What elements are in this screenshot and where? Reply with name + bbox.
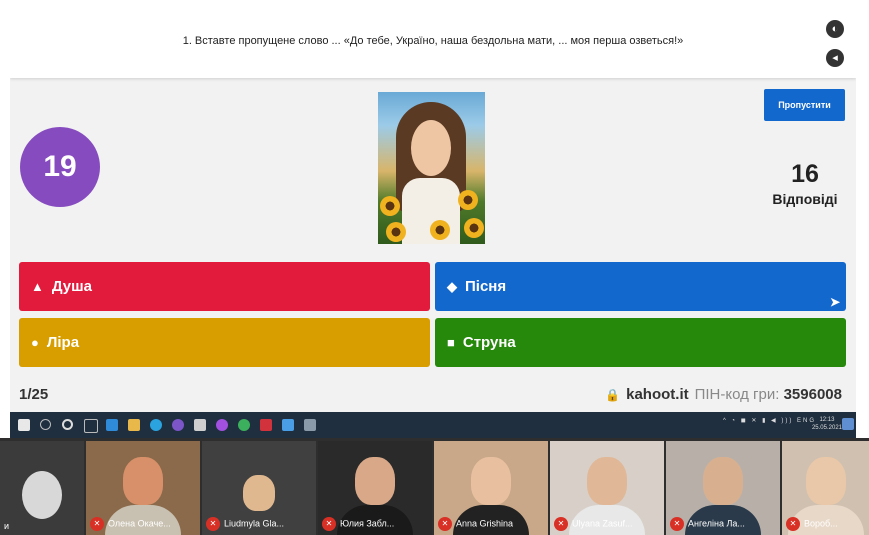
clock-time: 12:13 bbox=[819, 417, 835, 423]
notifications-icon[interactable] bbox=[842, 418, 854, 430]
mic-muted-icon: ✕ bbox=[322, 517, 336, 531]
telegram-icon[interactable] bbox=[150, 419, 162, 431]
mic-muted-icon: ✕ bbox=[206, 517, 220, 531]
participant-name: Вороб... bbox=[804, 518, 838, 529]
task-view-icon[interactable] bbox=[84, 419, 98, 433]
answers-count: 16 bbox=[791, 160, 819, 188]
game-pin-info: 🔒 kahoot.it ПІН-код гри: 3596008 bbox=[605, 386, 842, 403]
answer-label: Струна bbox=[462, 334, 516, 351]
kahoot-screen: 1. Вставте пропущене слово ... «До тебе,… bbox=[10, 10, 856, 412]
square-icon: ■ bbox=[447, 335, 455, 350]
participant-tile[interactable]: ✕ Юлия Забл... bbox=[318, 441, 432, 535]
chrome-icon[interactable] bbox=[238, 419, 250, 431]
participant-tile[interactable]: ✕ Ulyana Zasuf... bbox=[550, 441, 664, 535]
mic-muted-icon: ✕ bbox=[554, 517, 568, 531]
pin-label: ПІН-код гри: bbox=[694, 386, 780, 403]
feather-icon[interactable] bbox=[304, 419, 316, 431]
edge-icon[interactable] bbox=[106, 419, 118, 431]
lock-icon: 🔒 bbox=[605, 388, 621, 402]
participant-tile[interactable]: ✕ Anna Grishina bbox=[434, 441, 548, 535]
cortana-icon[interactable] bbox=[62, 419, 73, 430]
countdown-timer: 19 bbox=[20, 127, 100, 207]
system-clock[interactable]: 12:13 25.05.2021 bbox=[812, 416, 842, 432]
video-participants-strip: и ✕ Олена Окаче... ✕ Liudmyla Gla... ✕ Юлия… bbox=[0, 438, 869, 535]
answer-label: Пісня bbox=[465, 278, 507, 295]
participant-name: Anna Grishina bbox=[456, 518, 514, 529]
triangle-icon: ▲ bbox=[31, 279, 44, 294]
participant-name: Олена Окаче... bbox=[108, 518, 171, 529]
mic-muted-icon: ✕ bbox=[670, 517, 684, 531]
question-image bbox=[378, 92, 485, 244]
participant-tile[interactable]: и bbox=[0, 441, 84, 535]
participant-name: Liudmyla Gla... bbox=[224, 518, 285, 529]
mic-muted-icon: ✕ bbox=[438, 517, 452, 531]
participant-name: Ulyana Zasuf... bbox=[572, 518, 633, 529]
globe-icon[interactable]: ◐ bbox=[826, 20, 844, 38]
windows-taskbar: ^ ◔ ◼ ✕ ▮ ◀ ))) ENG 12:13 25.05.2021 bbox=[10, 412, 856, 438]
participant-name: Юлия Забл... bbox=[340, 518, 395, 529]
answer-red-triangle[interactable]: ▲ Душа bbox=[19, 262, 430, 311]
system-tray: ^ ◔ ◼ ✕ ▮ ◀ ))) ENG bbox=[722, 418, 816, 424]
question-progress: 1/25 bbox=[19, 386, 49, 403]
file-explorer-icon[interactable] bbox=[128, 419, 140, 431]
messenger-icon[interactable] bbox=[216, 419, 228, 431]
answer-label: Душа bbox=[51, 278, 92, 295]
participant-tile[interactable]: ✕ Вороб... bbox=[782, 441, 869, 535]
answer-label: Ліра bbox=[46, 334, 80, 351]
site-name: kahoot.it bbox=[626, 386, 689, 403]
mic-muted-icon: ✕ bbox=[90, 517, 104, 531]
game-footer: 1/25 🔒 kahoot.it ПІН-код гри: 3596008 bbox=[10, 379, 856, 412]
question-text: 1. Вставте пропущене слово ... «До тебе,… bbox=[182, 35, 684, 47]
back-icon[interactable]: ◂ bbox=[826, 49, 844, 67]
skip-button[interactable]: Пропустити bbox=[764, 89, 845, 121]
red-app-icon[interactable] bbox=[260, 419, 272, 431]
answer-blue-diamond[interactable]: ◆ Пісня ➤ bbox=[435, 262, 846, 311]
question-bar: 1. Вставте пропущене слово ... «До тебе,… bbox=[10, 10, 856, 78]
participant-tile[interactable]: ✕ Олена Окаче... bbox=[86, 441, 200, 535]
answers-count-label: Відповіді bbox=[772, 191, 838, 207]
game-pin: 3596008 bbox=[783, 386, 842, 403]
participant-name: и bbox=[4, 521, 10, 531]
viber-icon[interactable] bbox=[172, 419, 184, 431]
participant-tile[interactable]: ✕ Liudmyla Gla... bbox=[202, 441, 316, 535]
circle-icon: ● bbox=[31, 335, 39, 350]
answer-green-square[interactable]: ■ Струна bbox=[435, 318, 846, 367]
store-icon[interactable] bbox=[194, 419, 206, 431]
participant-tile[interactable]: ✕ Ангеліна Ла... bbox=[666, 441, 780, 535]
answer-yellow-circle[interactable]: ● Ліра bbox=[19, 318, 430, 367]
diamond-icon: ◆ bbox=[447, 279, 457, 294]
windows-start-icon[interactable] bbox=[18, 419, 30, 431]
mic-muted-icon: ✕ bbox=[786, 517, 800, 531]
active-app-icon[interactable] bbox=[282, 419, 294, 431]
clock-date: 25.05.2021 bbox=[811, 425, 842, 431]
participant-name: Ангеліна Ла... bbox=[688, 518, 745, 529]
search-icon[interactable] bbox=[40, 419, 51, 430]
